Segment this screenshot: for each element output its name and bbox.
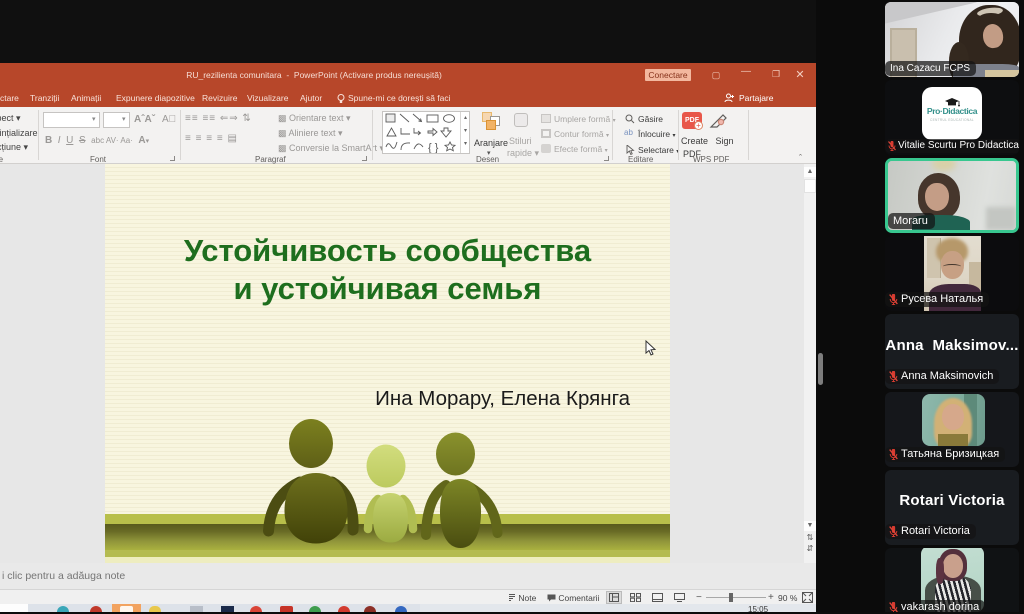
svg-text:{ }: { } bbox=[428, 142, 439, 153]
